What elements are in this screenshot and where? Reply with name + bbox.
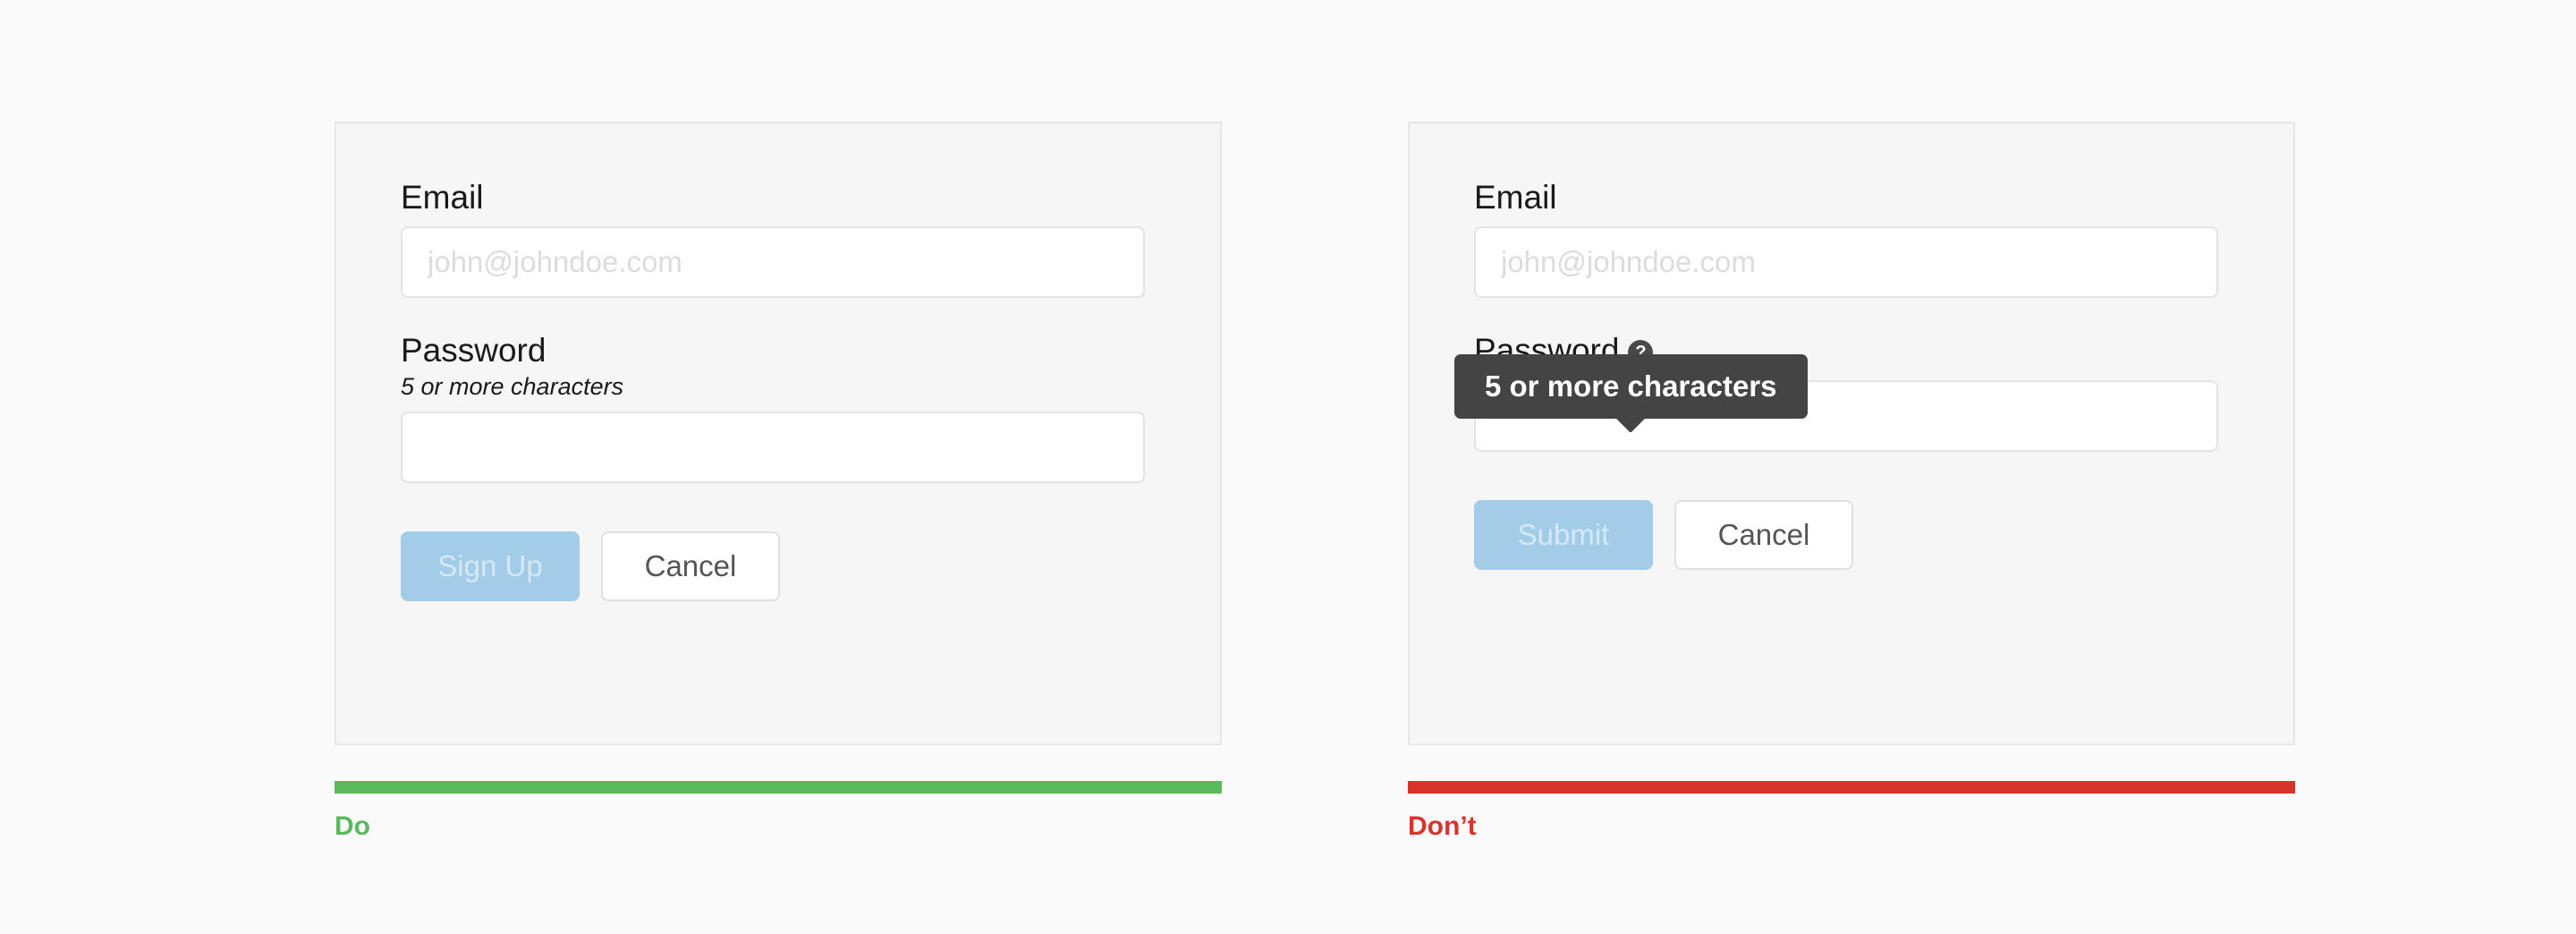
dont-button-row: Submit Cancel bbox=[1474, 499, 2218, 570]
dont-cancel-button[interactable]: Cancel bbox=[1674, 499, 1853, 570]
password-help-tooltip-text: 5 or more characters bbox=[1485, 369, 1777, 403]
dont-form-panel: Email Password ? Submit Cancel 5 or more bbox=[1408, 122, 2295, 745]
sign-up-button[interactable]: Sign Up bbox=[401, 531, 580, 602]
dont-example: Email Password ? Submit Cancel 5 or more bbox=[1408, 122, 2295, 840]
submit-button[interactable]: Submit bbox=[1474, 499, 1653, 570]
do-password-label: Password bbox=[401, 332, 547, 369]
do-email-label: Email bbox=[401, 179, 484, 216]
do-signup-form: Email Password 5 or more characters Sign… bbox=[401, 179, 1145, 602]
dont-email-input[interactable] bbox=[1474, 226, 2218, 299]
dont-email-field-block: Email bbox=[1474, 179, 2218, 299]
dont-verdict-label: Don’t bbox=[1408, 811, 1477, 841]
do-password-field-block: Password 5 or more characters bbox=[401, 332, 1145, 484]
do-password-input[interactable] bbox=[401, 412, 1145, 484]
dont-email-label: Email bbox=[1474, 179, 1557, 216]
do-verdict-bar bbox=[335, 781, 1222, 794]
do-email-field-block: Email bbox=[401, 179, 1145, 299]
dont-verdict-bar bbox=[1408, 781, 2295, 794]
do-button-row: Sign Up Cancel bbox=[401, 531, 1145, 602]
comparison-stage: Email Password 5 or more characters Sign… bbox=[0, 0, 2576, 934]
do-email-input[interactable] bbox=[401, 226, 1145, 299]
password-help-tooltip: 5 or more characters bbox=[1454, 354, 1808, 433]
do-form-panel: Email Password 5 or more characters Sign… bbox=[335, 122, 1222, 745]
do-example: Email Password 5 or more characters Sign… bbox=[335, 122, 1222, 840]
do-password-helper-text: 5 or more characters bbox=[401, 372, 624, 400]
do-cancel-button[interactable]: Cancel bbox=[601, 531, 780, 602]
do-verdict-label: Do bbox=[335, 811, 370, 841]
